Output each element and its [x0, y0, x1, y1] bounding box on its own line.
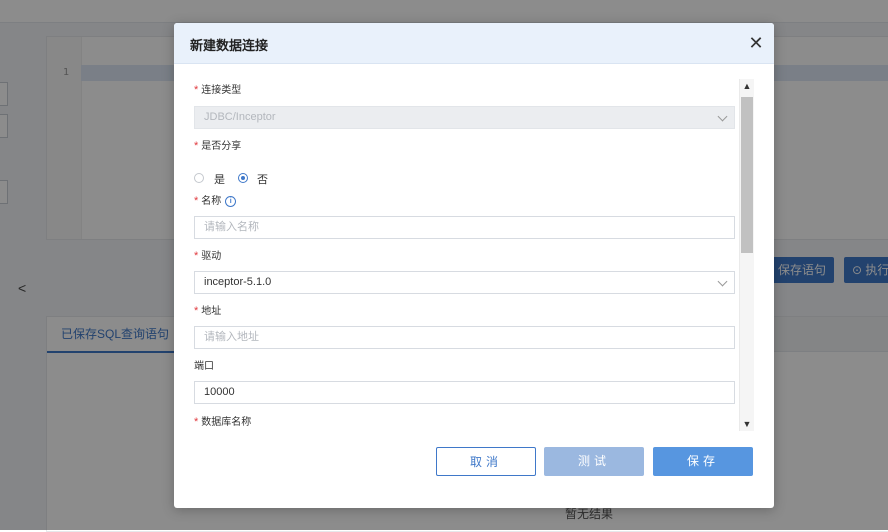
- port-input[interactable]: 10000: [194, 381, 735, 404]
- dialog-header: 新建数据连接 ✕: [174, 23, 774, 64]
- required-mark: *: [194, 250, 199, 262]
- test-button[interactable]: 测试: [544, 447, 644, 476]
- cancel-button[interactable]: 取消: [436, 447, 536, 476]
- name-label: * 名称 i: [194, 192, 237, 207]
- form-scrollbar[interactable]: ▲ ▼: [739, 79, 754, 431]
- close-icon[interactable]: ✕: [746, 33, 766, 53]
- required-mark: *: [194, 416, 199, 428]
- share-label: * 是否分享: [194, 140, 242, 152]
- scroll-down-icon[interactable]: ▼: [740, 417, 754, 431]
- new-connection-dialog: 新建数据连接 ✕ * 连接类型 JDBC/Inceptor * 是否分享 是 否 *…: [174, 23, 774, 508]
- save-button[interactable]: 保存: [653, 447, 753, 476]
- share-no-radio[interactable]: [238, 173, 248, 183]
- chevron-down-icon: [717, 276, 728, 287]
- dialog-title: 新建数据连接: [190, 38, 269, 53]
- required-mark: *: [194, 84, 199, 96]
- scroll-up-icon[interactable]: ▲: [740, 79, 754, 93]
- address-input[interactable]: 请输入地址: [194, 326, 735, 349]
- scroll-thumb[interactable]: [741, 97, 753, 253]
- port-label: 端口: [194, 361, 214, 372]
- database-name-label: * 数据库名称: [194, 416, 252, 428]
- connection-type-label: * 连接类型: [194, 84, 242, 96]
- dialog-form: * 连接类型 JDBC/Inceptor * 是否分享 是 否 * 名称 i 请输入名称…: [194, 79, 736, 431]
- share-yes-radio[interactable]: [194, 173, 204, 183]
- info-icon[interactable]: i: [225, 196, 237, 207]
- address-label: * 地址: [194, 305, 222, 317]
- connection-type-select: JDBC/Inceptor: [194, 106, 735, 129]
- required-mark: *: [194, 140, 199, 152]
- driver-label: * 驱动: [194, 250, 222, 262]
- required-mark: *: [194, 305, 199, 317]
- chevron-down-icon: [717, 111, 728, 122]
- share-no-label[interactable]: 否: [257, 171, 268, 187]
- required-mark: *: [194, 195, 199, 207]
- share-yes-label[interactable]: 是: [214, 171, 225, 187]
- name-input[interactable]: 请输入名称: [194, 216, 735, 239]
- driver-select[interactable]: inceptor-5.1.0: [194, 271, 735, 294]
